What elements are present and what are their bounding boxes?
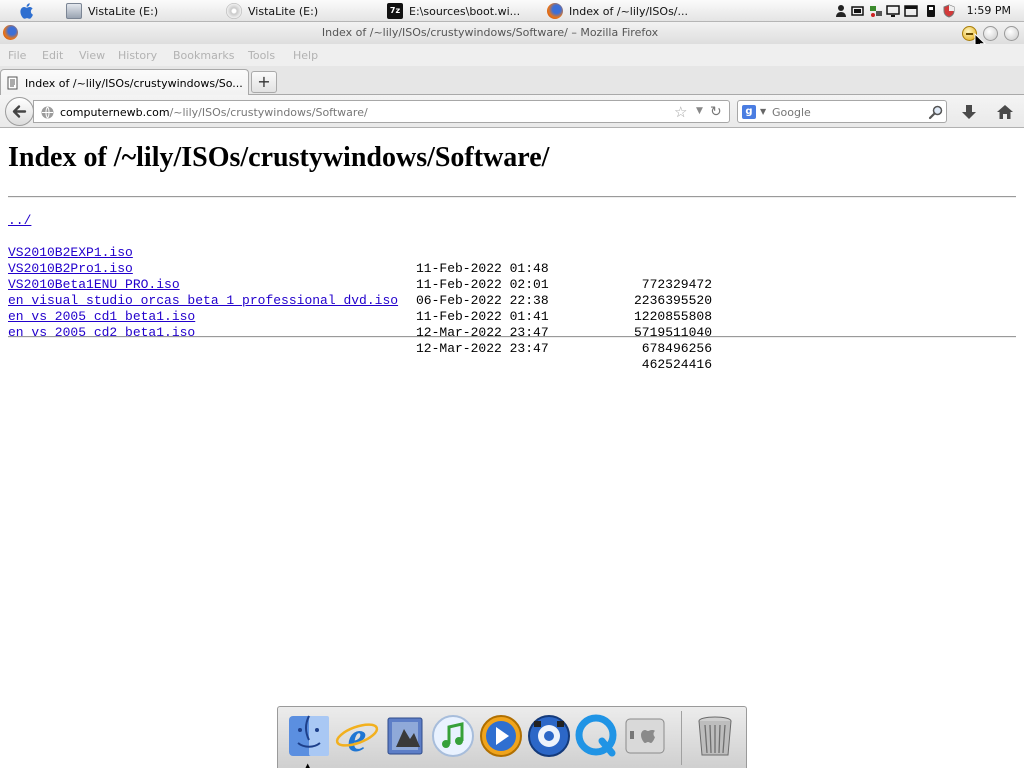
google-icon[interactable]: g <box>742 105 756 119</box>
system-menu-bar: VistaLite (E:) VistaLite (E:) 7z E:\sour… <box>0 0 1024 22</box>
network-icon[interactable] <box>869 4 883 18</box>
taskbar-item-firefox[interactable]: Index of /~lily/ISOs/... <box>547 2 707 20</box>
mail-icon[interactable] <box>382 713 428 759</box>
itunes-icon[interactable] <box>430 713 476 759</box>
back-arrow-icon <box>12 105 27 118</box>
list-item: en_visual_studio_orcas_beta_1_profession… <box>8 277 728 340</box>
disc-icon <box>226 3 242 19</box>
search-input[interactable] <box>772 105 922 119</box>
drive-icon <box>66 3 82 19</box>
firefox-icon <box>547 3 563 19</box>
url-host: computernewb.com <box>60 106 170 119</box>
list-item: VS2010B2Pro1.iso 11-Feb-2022 02:01 22363… <box>8 245 728 308</box>
taskbar-item-label: VistaLite (E:) <box>88 4 159 18</box>
file-size: 462524416 <box>641 357 712 372</box>
reload-icon[interactable]: ↻ <box>710 104 722 120</box>
menu-bookmarks[interactable]: Bookmarks <box>173 49 234 62</box>
svg-text:e: e <box>348 715 367 759</box>
file-link[interactable]: en_vs_2005_cd2_beta1.iso <box>8 325 195 341</box>
back-button[interactable] <box>5 97 34 126</box>
7zip-icon: 7z <box>387 3 403 19</box>
page-icon <box>7 76 18 90</box>
menu-history[interactable]: History <box>118 49 157 62</box>
home-icon[interactable] <box>996 103 1014 121</box>
battery-icon[interactable] <box>851 4 865 18</box>
finder-icon[interactable] <box>286 713 332 759</box>
url-history-dropdown-icon[interactable]: ▼ <box>696 106 703 116</box>
list-item: en_vs_2005_cd2_beta1.iso 12-Mar-2022 23:… <box>8 309 728 372</box>
divider <box>8 196 1016 198</box>
list-item: VS2010B2EXP1.iso 11-Feb-2022 01:48 77232… <box>8 229 728 292</box>
file-size: 5719511040 <box>633 325 712 340</box>
taskbar-item-label: VistaLite (E:) <box>248 4 319 18</box>
divider <box>8 336 1016 338</box>
file-date: 12-Mar-2022 23:47 <box>416 341 549 356</box>
search-icon[interactable] <box>928 104 944 120</box>
taskbar-item-vistalite-disc[interactable]: VistaLite (E:) <box>226 2 366 20</box>
navigation-toolbar: computernewb.com/~lily/ISOs/crustywindow… <box>0 95 1024 128</box>
list-item: ../ <box>8 213 728 229</box>
trash-icon[interactable] <box>692 713 738 759</box>
directory-listing: ../ VS2010B2EXP1.iso 11-Feb-2022 01:48 7… <box>8 213 728 372</box>
tab-label: Index of /~lily/ISOs/crustywindows/So... <box>25 76 243 90</box>
url-bar[interactable]: computernewb.com/~lily/ISOs/crustywindow… <box>33 100 730 123</box>
display-icon[interactable] <box>886 4 900 18</box>
apple-menu-icon[interactable] <box>17 2 37 20</box>
search-bar[interactable]: g ▼ <box>737 100 947 123</box>
dock: e ▲ <box>277 706 747 768</box>
menu-help[interactable]: Help <box>293 49 318 62</box>
taskbar-item-label: E:\sources\boot.wi... <box>409 4 521 18</box>
quicktime-x-icon[interactable] <box>526 713 572 759</box>
window-title-bar[interactable]: Index of /~lily/ISOs/crustywindows/Softw… <box>0 22 1024 44</box>
user-icon[interactable] <box>834 4 848 18</box>
usb-icon[interactable] <box>924 4 938 18</box>
list-item: en_vs_2005_cd1_beta1.iso 12-Mar-2022 23:… <box>8 293 728 356</box>
page-title: Index of /~lily/ISOs/crustywindows/Softw… <box>8 142 550 173</box>
taskbar-item-label: Index of /~lily/ISOs/... <box>569 4 688 18</box>
clock[interactable]: 1:59 PM <box>967 4 1011 17</box>
taskbar-item-7zip[interactable]: 7z E:\sources\boot.wi... <box>387 2 527 20</box>
search-engine-dropdown-icon[interactable]: ▼ <box>760 107 766 116</box>
boot-camp-icon[interactable] <box>622 713 668 759</box>
menu-view[interactable]: View <box>79 49 105 62</box>
bookmark-star-icon[interactable]: ☆ <box>674 103 687 121</box>
menu-edit[interactable]: Edit <box>42 49 63 62</box>
list-item: VS2010Beta1ENU_PRO.iso 06-Feb-2022 22:38… <box>8 261 728 324</box>
new-tab-button[interactable]: + <box>251 71 277 93</box>
menu-tools[interactable]: Tools <box>248 49 275 62</box>
url-text: computernewb.com/~lily/ISOs/crustywindow… <box>60 106 368 119</box>
file-date: 12-Mar-2022 23:47 <box>416 325 549 340</box>
window-icon[interactable] <box>904 4 918 18</box>
media-player-icon[interactable] <box>478 713 524 759</box>
internet-explorer-icon[interactable]: e <box>334 713 380 759</box>
shield-icon[interactable] <box>942 4 956 18</box>
tab-strip: Index of /~lily/ISOs/crustywindows/So...… <box>0 66 1024 96</box>
download-icon[interactable] <box>960 103 978 121</box>
parent-directory-link[interactable]: ../ <box>8 213 31 229</box>
globe-icon <box>41 106 54 119</box>
file-size: 678496256 <box>641 341 712 356</box>
app-menu-bar: File Edit View History Bookmarks Tools H… <box>0 44 1024 66</box>
page-content: Index of /~lily/ISOs/crustywindows/Softw… <box>0 129 1024 768</box>
running-indicator-icon: ▲ <box>305 762 311 768</box>
dock-separator <box>681 711 682 765</box>
tab-index-of-software[interactable]: Index of /~lily/ISOs/crustywindows/So... <box>0 69 249 96</box>
minimize-icon <box>966 33 973 35</box>
url-path: /~lily/ISOs/crustywindows/Software/ <box>169 106 368 119</box>
taskbar-item-vistalite-drive[interactable]: VistaLite (E:) <box>66 2 206 20</box>
window-title: Index of /~lily/ISOs/crustywindows/Softw… <box>321 26 659 39</box>
quicktime-icon[interactable] <box>574 713 620 759</box>
menu-file[interactable]: File <box>8 49 26 62</box>
close-button[interactable] <box>1004 26 1019 41</box>
